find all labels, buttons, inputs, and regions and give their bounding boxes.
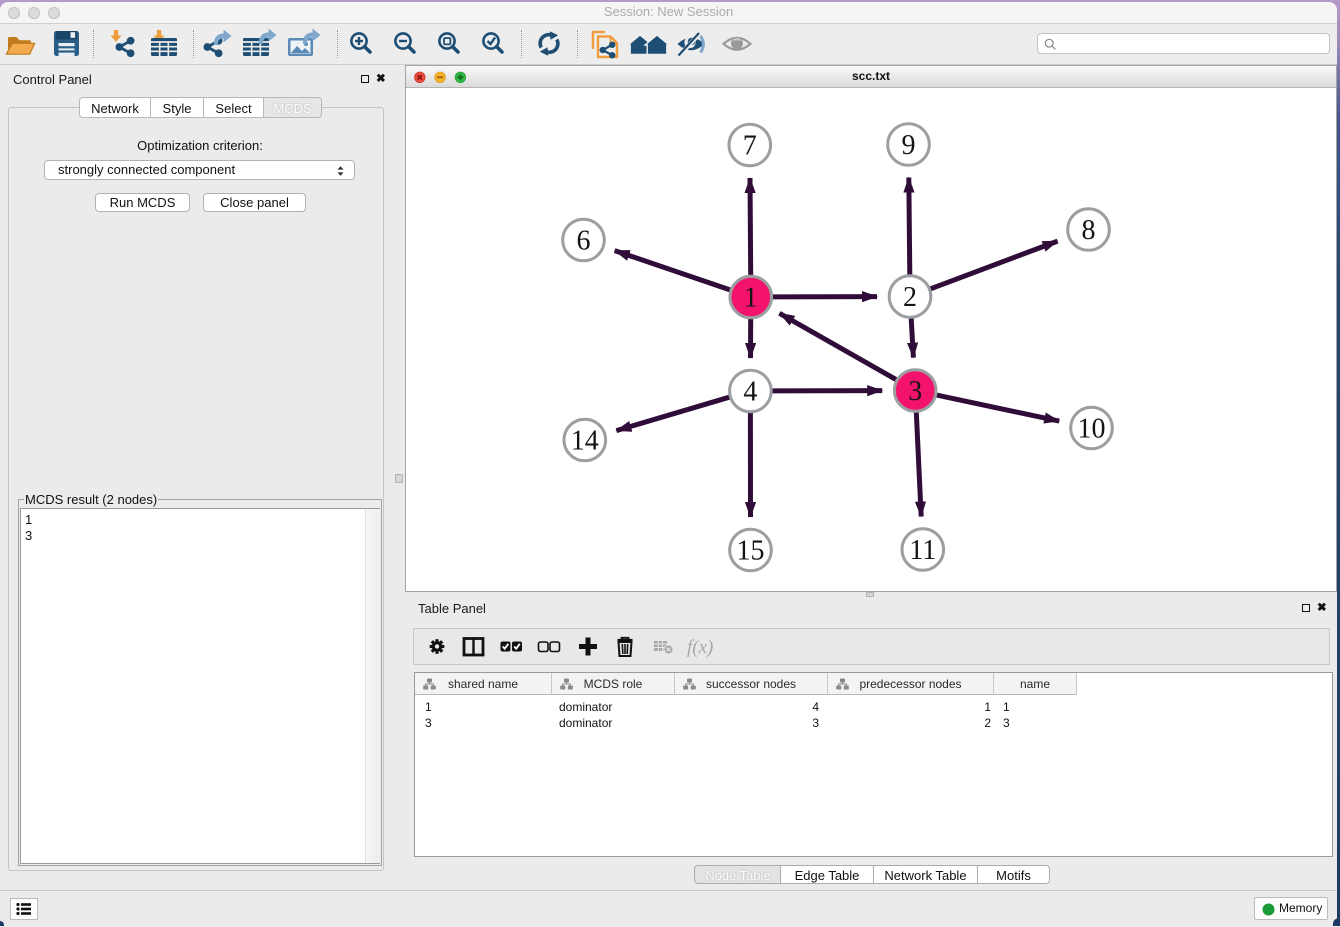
svg-text:6: 6	[577, 226, 591, 257]
svg-text:f(x): f(x)	[687, 637, 713, 658]
svg-text:1: 1	[744, 283, 758, 314]
svg-text:2: 2	[903, 282, 917, 313]
svg-text:11: 11	[909, 535, 936, 566]
svg-text:8: 8	[1082, 215, 1096, 246]
svg-text:9: 9	[902, 130, 916, 161]
svg-text:3: 3	[908, 376, 922, 407]
svg-text:7: 7	[743, 131, 757, 162]
svg-text:10: 10	[1078, 414, 1106, 445]
svg-text:14: 14	[571, 426, 599, 457]
svg-text:15: 15	[737, 536, 765, 567]
svg-text:4: 4	[743, 377, 757, 408]
